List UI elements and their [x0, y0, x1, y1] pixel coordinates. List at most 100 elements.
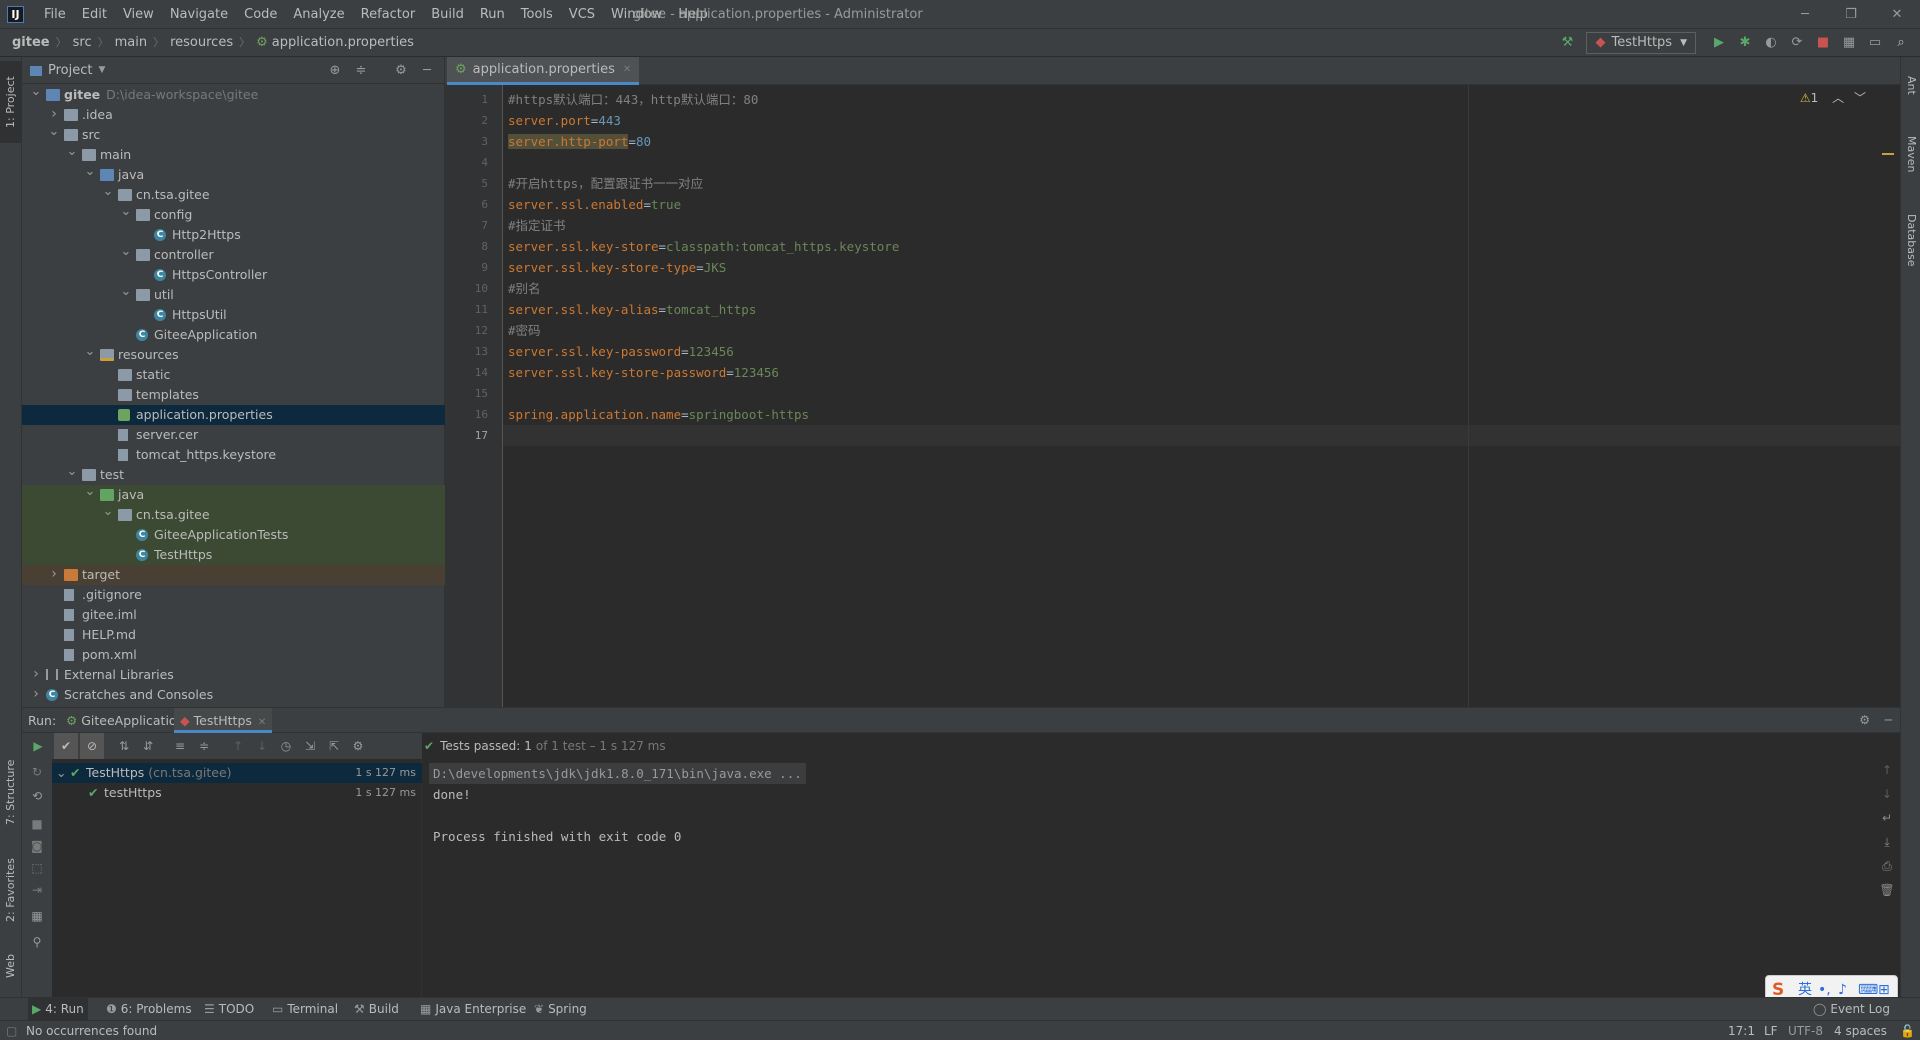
chevron-down-icon[interactable]: ⌄ [120, 205, 132, 219]
tree-item[interactable]: C HttpsUtil [22, 305, 445, 325]
chevron-down-icon[interactable]: ⌄ [120, 245, 132, 259]
bottom-tab-spring[interactable]: ❦ Spring [530, 998, 591, 1021]
tree-item[interactable]: › C Scratches and Consoles [22, 685, 445, 705]
menu-item-navigate[interactable]: Navigate [162, 0, 236, 29]
menu-item-run[interactable]: Run [472, 0, 513, 29]
tool-tab-structure[interactable]: 7: Structure [0, 747, 22, 837]
tree-item[interactable]: ⌄ controller [22, 245, 445, 265]
tree-item[interactable]: › .idea [22, 105, 445, 125]
menu-item-analyze[interactable]: Analyze [285, 0, 352, 29]
next-test-icon[interactable]: ↓ [250, 733, 274, 759]
chevron-right-icon[interactable]: › [48, 565, 60, 584]
gear-icon[interactable]: ⚙ [388, 57, 414, 84]
collapse-all-icon[interactable]: ≑ [348, 57, 374, 84]
tree-item[interactable]: C HttpsController [22, 265, 445, 285]
tree-item[interactable]: templates [22, 385, 445, 405]
close-window-icon[interactable]: ✕ [1874, 0, 1920, 29]
indent-setting[interactable]: 4 spaces [1834, 1021, 1887, 1040]
breadcrumb-item-main[interactable]: main [115, 29, 147, 57]
pin-icon[interactable]: ⚲ [22, 935, 52, 949]
bottom-tab-java-enterprise[interactable]: ▦ Java Enterprise [416, 998, 530, 1021]
tree-item[interactable]: ⌄ main [22, 145, 445, 165]
chevron-down-icon[interactable]: ⌄ [120, 285, 132, 299]
tool-tab-database[interactable]: Database [1901, 195, 1920, 285]
export-tests-icon[interactable]: ⇱ [322, 733, 346, 759]
menu-item-edit[interactable]: Edit [74, 0, 115, 29]
project-view-select[interactable]: Project ▼ [30, 57, 105, 84]
chevron-down-icon[interactable]: ⌄ [102, 185, 114, 199]
tree-item[interactable]: static [22, 365, 445, 385]
coverage-icon[interactable]: ◐ [1758, 29, 1784, 57]
event-log-tab[interactable]: ◯ Event Log [1813, 998, 1890, 1021]
tree-item[interactable]: gitee.iml [22, 605, 445, 625]
collapse-all-icon[interactable]: ≑ [192, 733, 216, 759]
search-icon[interactable]: ⌕ [1888, 29, 1914, 57]
tree-item[interactable]: pom.xml [22, 645, 445, 665]
layout-icon[interactable]: ▦ [22, 909, 52, 923]
show-passed-icon[interactable]: ✔ [54, 733, 78, 759]
chevron-down-icon[interactable]: ⌄ [48, 125, 60, 139]
settings-icon[interactable]: ⚙ [346, 733, 370, 759]
show-ignored-icon[interactable]: ⊘ [80, 733, 104, 759]
previous-test-icon[interactable]: ↑ [226, 733, 250, 759]
chevron-down-icon[interactable]: ⌄ [84, 165, 96, 179]
tree-item[interactable]: › External Libraries [22, 665, 445, 685]
debug-icon[interactable]: ✱ [1732, 29, 1758, 57]
project-structure-icon[interactable]: ▦ [1836, 29, 1862, 57]
tree-item[interactable]: HELP.md [22, 625, 445, 645]
chevron-down-icon[interactable]: ⌄ [84, 485, 96, 499]
run-icon[interactable]: ▶ [1706, 29, 1732, 57]
chevron-down-icon[interactable]: ⌄ [102, 505, 114, 519]
chevron-down-icon[interactable]: ⌄ [30, 85, 42, 99]
sort-by-duration-icon[interactable]: ⇵ [136, 733, 160, 759]
dump-threads-icon[interactable]: ◙ [22, 839, 52, 853]
chevron-down-icon[interactable]: ⌄ [66, 465, 78, 479]
tree-item[interactable]: .gitignore [22, 585, 445, 605]
tree-item[interactable]: › target [22, 565, 445, 585]
soft-wrap-icon[interactable]: ↵ [1874, 811, 1900, 825]
tree-item[interactable]: ⌄ test [22, 465, 445, 485]
tree-item[interactable]: ⌄ config [22, 205, 445, 225]
menu-item-tools[interactable]: Tools [513, 0, 561, 29]
status-toggle-icon[interactable]: ▢ [6, 1021, 17, 1040]
tree-item[interactable]: ⌄ java [22, 165, 445, 185]
menu-item-file[interactable]: File [36, 0, 74, 29]
tree-item[interactable]: ⌄ gitee D:\idea-workspace\gitee [22, 85, 445, 105]
tree-item[interactable]: C TestHttps [22, 545, 445, 565]
previous-highlight-icon[interactable]: ︿ [1832, 91, 1844, 105]
clear-all-icon[interactable]: 🗑 [1874, 883, 1900, 897]
bottom-tab-todo[interactable]: ☰ TODO [200, 998, 258, 1021]
scroll-down-icon[interactable]: ↓ [1874, 787, 1900, 801]
build-hammer-icon[interactable]: ⚒ [1554, 29, 1580, 57]
test-history-icon[interactable]: ◷ [274, 733, 298, 759]
restore-icon[interactable]: ❐ [1828, 0, 1874, 29]
menu-item-vcs[interactable]: VCS [561, 0, 603, 29]
tree-item[interactable]: application.properties [22, 405, 445, 425]
tree-item[interactable]: C Http2Https [22, 225, 445, 245]
chevron-down-icon[interactable]: ⌄ [56, 763, 66, 783]
inspection-widget[interactable]: ⚠1 ︿ ﹀ [1800, 89, 1866, 106]
line-separator[interactable]: LF [1764, 1021, 1778, 1040]
tool-tab-maven[interactable]: Maven [1901, 119, 1920, 189]
chevron-right-icon[interactable]: › [30, 685, 42, 704]
gear-icon[interactable]: ⚙ [1859, 708, 1870, 733]
caret-position[interactable]: 17:1 [1728, 1021, 1755, 1040]
tool-tab-project[interactable]: 1: Project [0, 61, 22, 143]
run-console[interactable]: D:\developments\jdk\jdk1.8.0_171\bin\jav… [423, 759, 1874, 998]
tree-item[interactable]: server.cer [22, 425, 445, 445]
run-tab-testhttps[interactable]: ◆ TestHttps ✕ [174, 708, 273, 733]
editor-tab-application-properties[interactable]: ⚙ application.properties ✕ [447, 57, 640, 85]
chevron-down-icon[interactable]: ⌄ [66, 145, 78, 159]
sort-alphabetically-icon[interactable]: ⇅ [112, 733, 136, 759]
code-editor[interactable]: ⚠1 ︿ ﹀ #https默认端口：443，http默认端口：80 server.… [503, 85, 1900, 707]
breadcrumb-item-file[interactable]: application.properties [272, 29, 414, 57]
expand-all-icon[interactable]: ≡ [168, 733, 192, 759]
menu-item-code[interactable]: Code [236, 0, 285, 29]
exit-icon[interactable]: ⇥ [22, 883, 52, 897]
profile-icon[interactable]: ⟳ [1784, 29, 1810, 57]
toggle-auto-test-icon[interactable]: ⟲ [22, 789, 52, 803]
layout-icon[interactable]: ▭ [1862, 29, 1888, 57]
warning-stripe-marker[interactable] [1882, 153, 1894, 155]
tree-item[interactable]: ⌄ resources [22, 345, 445, 365]
import-tests-icon[interactable]: ⇲ [298, 733, 322, 759]
